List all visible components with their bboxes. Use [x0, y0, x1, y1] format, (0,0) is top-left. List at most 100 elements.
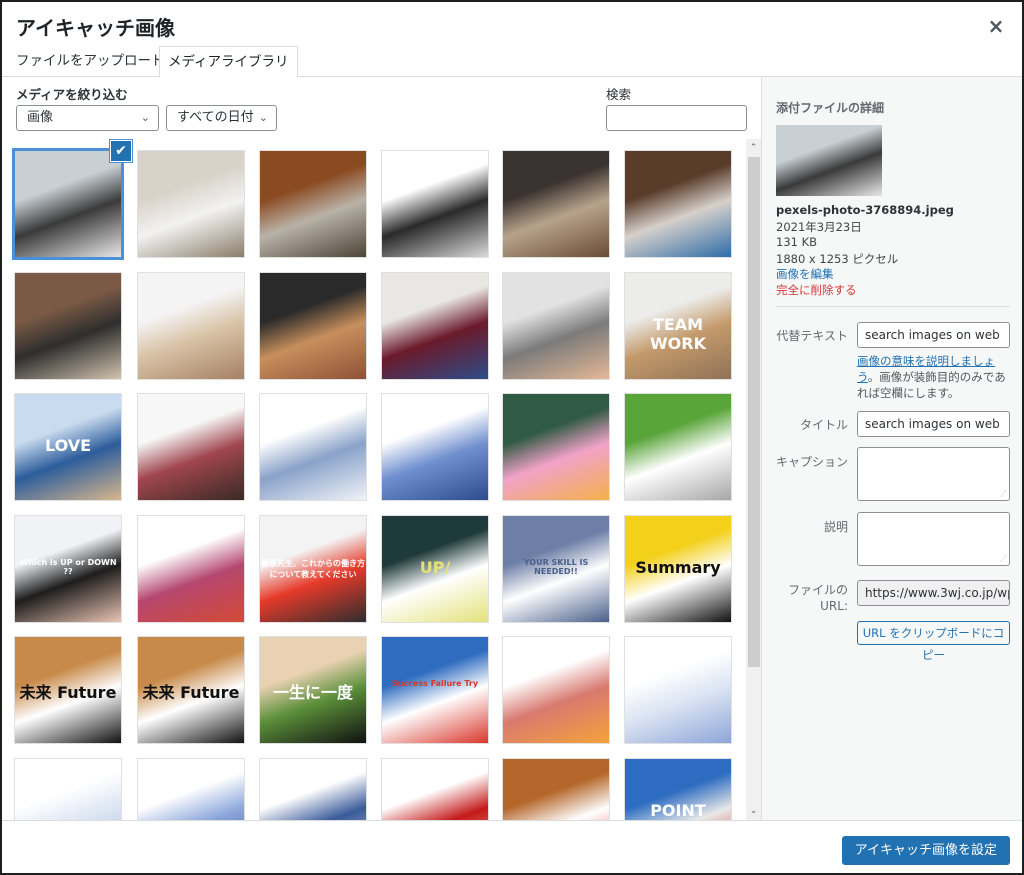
media-thumbnail	[503, 151, 609, 257]
media-item[interactable]	[381, 272, 489, 380]
media-thumbnail	[15, 759, 121, 820]
media-thumbnail	[625, 151, 731, 257]
media-thumbnail-text: Summary	[635, 558, 721, 578]
media-item[interactable]: Summary	[624, 515, 732, 623]
resize-grip-icon[interactable]: ⋰	[1000, 491, 1007, 498]
media-item[interactable]: Which is UP or DOWN ??	[14, 515, 122, 623]
selected-check-icon[interactable]: ✔	[110, 140, 132, 162]
attachment-dimensions: 1880 x 1253 ピクセル	[776, 252, 899, 266]
tab-media-library[interactable]: メディアライブラリ	[159, 46, 298, 78]
chevron-down-icon: ⌄	[258, 111, 268, 124]
attachment-date: 2021年3月23日	[776, 220, 862, 234]
media-thumbnail	[382, 637, 488, 743]
scroll-down-icon[interactable]: ⌄	[746, 804, 761, 818]
delete-permanently-link[interactable]: 完全に削除する	[776, 282, 857, 298]
media-grid-scrollbar[interactable]: ⌃ ⌄	[746, 139, 761, 820]
title-label: タイトル	[799, 418, 848, 432]
media-item[interactable]	[502, 758, 610, 820]
media-item[interactable]	[624, 393, 732, 501]
media-thumbnail	[503, 637, 609, 743]
alt-text-help: 画像の意味を説明しましょう。画像が装飾目的のみであれば空欄にします。	[857, 353, 1017, 401]
tab-upload-files[interactable]: ファイルをアップロード	[8, 46, 173, 77]
modal-footer: アイキャッチ画像を設定	[2, 820, 1022, 873]
media-item[interactable]	[12, 148, 124, 260]
media-thumbnail-text: 未来 Future	[19, 683, 117, 703]
media-item[interactable]	[137, 515, 245, 623]
caption-label: キャプション	[775, 455, 848, 469]
description-textarea[interactable]: ⋰	[857, 512, 1010, 566]
featured-image-modal: アイキャッチ画像 × ファイルをアップロード メディアライブラリ メディアを絞り…	[2, 2, 1022, 873]
set-featured-image-button[interactable]: アイキャッチ画像を設定	[841, 836, 1010, 865]
media-thumbnail-text: Success Failure Try	[391, 679, 479, 689]
media-item[interactable]	[502, 393, 610, 501]
media-item[interactable]: UP/	[381, 515, 489, 623]
media-thumbnail	[503, 759, 609, 820]
media-item[interactable]: TEAM WORK	[624, 272, 732, 380]
media-thumbnail-text: YOUR SKILL IS NEEDED!!	[523, 558, 589, 577]
filter-media-label: メディアを絞り込む	[16, 87, 128, 102]
media-item[interactable]	[137, 150, 245, 258]
media-item[interactable]	[624, 636, 732, 744]
description-label: 説明	[823, 520, 848, 534]
media-grid: TEAM WORK LOVE Which is UP or DOWN ?? 藤原先生、…	[2, 139, 760, 820]
chevron-down-icon: ⌄	[140, 111, 150, 124]
media-item[interactable]: 未来 Future	[14, 636, 122, 744]
edit-image-link[interactable]: 画像を編集	[776, 266, 834, 282]
scrollbar-thumb[interactable]	[748, 157, 760, 667]
media-item[interactable]	[259, 150, 367, 258]
file-url-input[interactable]: https://www.3wj.co.jp/wp-c	[857, 580, 1010, 606]
media-thumbnail	[382, 759, 488, 820]
media-item[interactable]	[137, 272, 245, 380]
media-item[interactable]	[502, 150, 610, 258]
title-input[interactable]: search images on web	[857, 411, 1010, 437]
media-thumbnail	[15, 273, 121, 379]
media-thumbnail	[382, 151, 488, 257]
scroll-up-icon[interactable]: ⌃	[746, 141, 761, 155]
media-item[interactable]: 藤原先生、これからの働き方について教えてください	[259, 515, 367, 623]
media-item[interactable]	[381, 758, 489, 820]
media-item[interactable]: YOUR SKILL IS NEEDED!!	[502, 515, 610, 623]
caption-textarea[interactable]: ⋰	[857, 447, 1010, 501]
media-thumbnail	[382, 394, 488, 500]
attachment-filesize: 131 KB	[776, 235, 818, 249]
media-thumbnail-text: 未来 Future	[142, 683, 240, 703]
attachment-details-heading: 添付ファイルの詳細	[776, 101, 885, 115]
media-thumbnail-text: 藤原先生、これからの働き方について教えてください	[261, 559, 365, 580]
media-thumbnail-text: LOVE	[44, 436, 92, 456]
alt-text-input[interactable]: search images on web	[857, 322, 1010, 348]
media-thumbnail-text: TEAM WORK	[650, 315, 706, 354]
media-item[interactable]	[381, 393, 489, 501]
attachment-details-panel: 添付ファイルの詳細 pexels-photo-3768894.jpeg 2021…	[761, 77, 1022, 820]
media-item[interactable]: LOVE	[14, 393, 122, 501]
resize-grip-icon[interactable]: ⋰	[1000, 556, 1007, 563]
media-item[interactable]	[502, 636, 610, 744]
media-item[interactable]	[624, 150, 732, 258]
media-thumbnail	[15, 151, 121, 257]
media-thumbnail-text: 一生に一度	[272, 683, 353, 703]
date-filter-value: すべての日付	[177, 110, 254, 125]
media-item[interactable]: 未来 Future	[137, 636, 245, 744]
media-item[interactable]	[137, 758, 245, 820]
media-item[interactable]	[14, 758, 122, 820]
media-item[interactable]	[259, 758, 367, 820]
media-item[interactable]: 一生に一度	[259, 636, 367, 744]
media-item[interactable]	[381, 150, 489, 258]
media-item[interactable]	[502, 272, 610, 380]
alt-text-help-text: 。画像が装飾目的のみであれば空欄にします。	[857, 370, 1006, 400]
date-filter-select[interactable]: すべての日付 ⌄	[166, 105, 277, 131]
media-thumbnail	[382, 273, 488, 379]
copy-url-button[interactable]: URL をクリップボードにコピー	[857, 621, 1010, 662]
media-item[interactable]	[259, 272, 367, 380]
media-item[interactable]	[137, 393, 245, 501]
media-thumbnail-text: Which is UP or DOWN ??	[19, 558, 117, 577]
media-item[interactable]: Success Failure Try	[381, 636, 489, 744]
media-item[interactable]	[14, 272, 122, 380]
media-item[interactable]: POINT	[624, 758, 732, 820]
close-icon[interactable]: ×	[984, 14, 1008, 38]
media-item[interactable]	[259, 393, 367, 501]
media-thumbnail	[503, 273, 609, 379]
media-type-select[interactable]: 画像 ⌄	[16, 105, 159, 131]
search-input[interactable]	[606, 105, 747, 131]
alt-text-label: 代替テキスト	[776, 329, 848, 343]
search-label: 検索	[606, 87, 632, 102]
